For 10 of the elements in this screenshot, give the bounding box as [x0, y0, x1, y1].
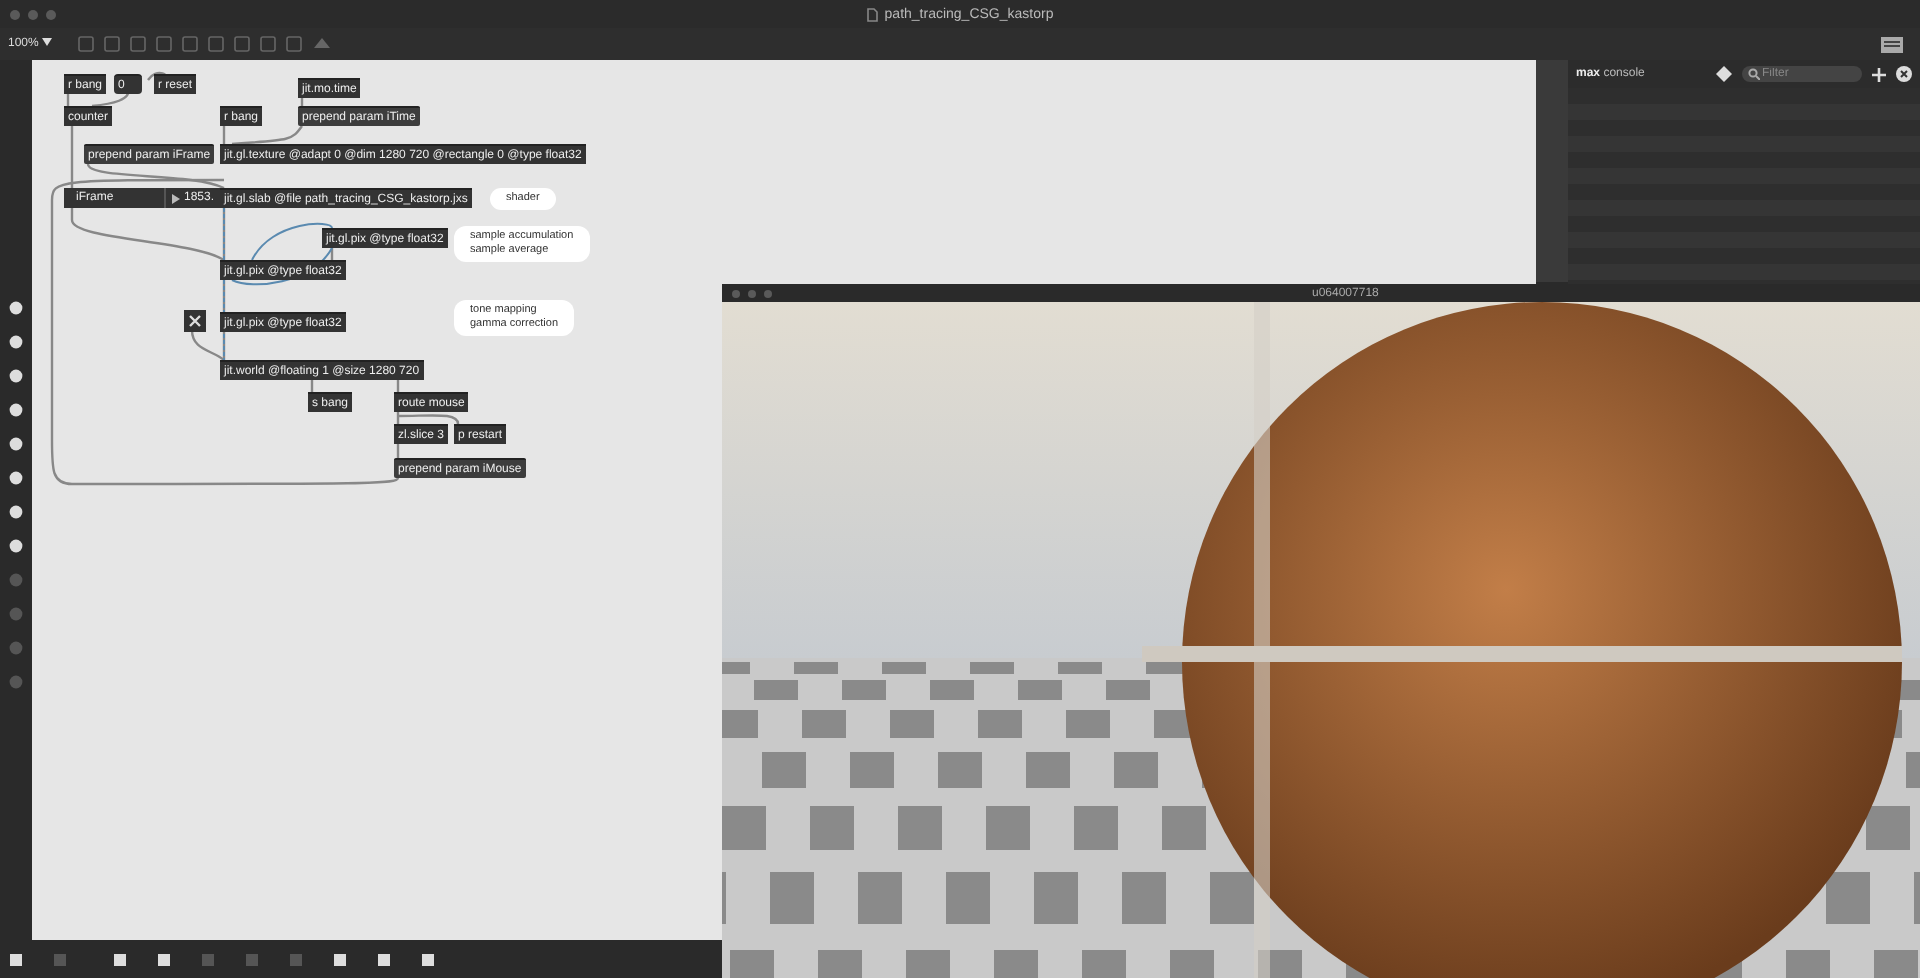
triangle-icon[interactable] — [172, 193, 180, 203]
add-icon[interactable] — [1872, 67, 1886, 81]
close-icon[interactable] — [1896, 66, 1912, 82]
vertical-scrollbar[interactable] — [1536, 60, 1568, 282]
sidebar-toggle-icon[interactable] — [1880, 35, 1904, 53]
caret-icon[interactable] — [42, 38, 53, 46]
diamond-icon[interactable] — [1716, 66, 1732, 82]
toggle[interactable] — [184, 310, 206, 332]
document-icon[interactable] — [866, 7, 879, 21]
search-icon[interactable] — [1748, 68, 1760, 80]
